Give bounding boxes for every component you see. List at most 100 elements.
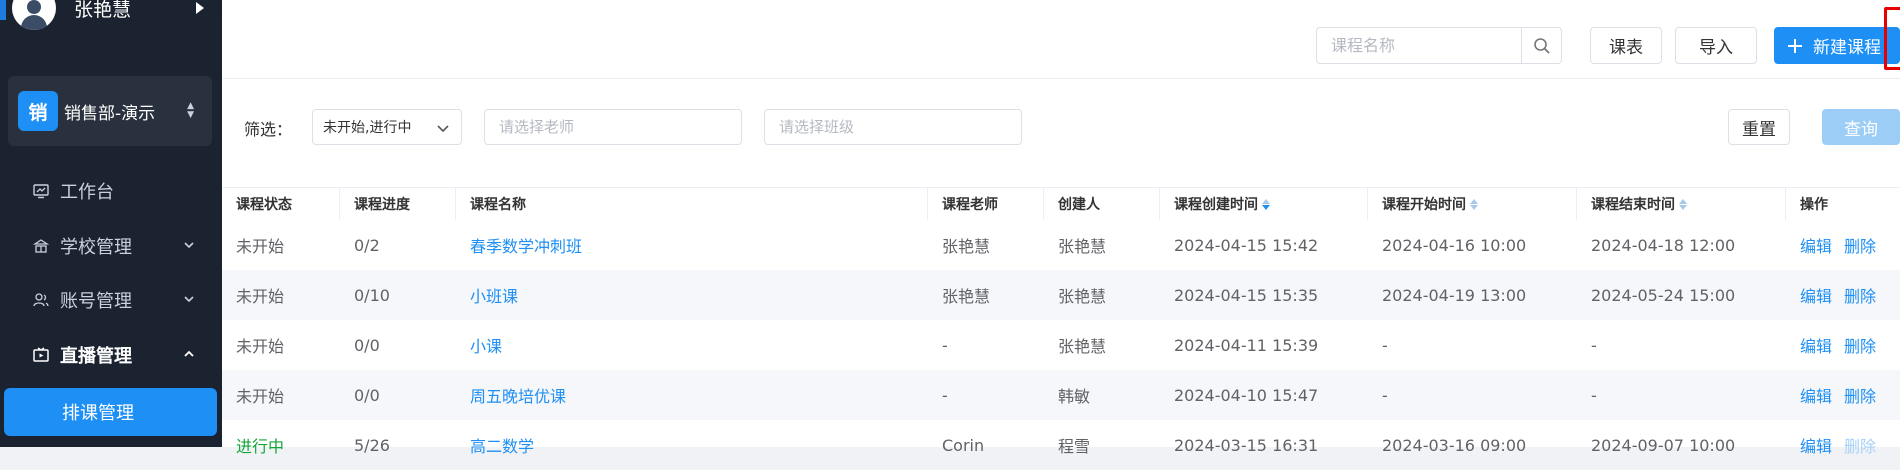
cell-teacher: 张艳慧	[942, 237, 991, 256]
cell-creator: 张艳慧	[1058, 337, 1107, 356]
course-name-link[interactable]: 小班课	[456, 270, 928, 320]
table-header: 课程状态 课程进度 课程名称 课程老师 创建人 课程创建时间 课程开始时间 课程…	[222, 188, 1900, 220]
cell-end-time: 2024-04-18 12:00	[1591, 235, 1736, 255]
cell-start-time: -	[1382, 335, 1388, 355]
org-switcher[interactable]: 销 销售部-演示 ▲ ▼	[8, 76, 212, 146]
col-created-time-label: 课程创建时间	[1174, 197, 1258, 213]
sidebar-item-live[interactable]: 直播管理	[0, 335, 222, 375]
table-row: 未开始 0/0 周五晚培优课 - 韩敏 2024-04-10 15:47 - -…	[222, 370, 1900, 420]
cell-created-time: 2024-04-15 15:35	[1174, 285, 1319, 305]
col-status: 课程状态	[222, 188, 340, 220]
main-content: 课表 导入 新建课程 筛选： 未开始,进行中 重置 查询 课程状态 课程进度 课…	[222, 0, 1900, 456]
cell-progress: 5/26	[354, 435, 390, 455]
sidebar-item-label: 工作台	[60, 182, 114, 203]
cell-created-time: 2024-04-15 15:42	[1174, 235, 1319, 255]
table-row: 进行中 5/26 高二数学 Corin 程雪 2024-03-15 16:31 …	[222, 420, 1900, 470]
sidebar-item-account[interactable]: 账号管理	[0, 280, 222, 320]
search-button[interactable]	[1521, 28, 1561, 63]
edit-link[interactable]: 编辑	[1800, 283, 1832, 307]
cell-progress: 0/0	[354, 335, 380, 355]
cell-end-time: 2024-09-07 10:00	[1591, 435, 1736, 455]
cell-creator: 程雪	[1058, 437, 1091, 456]
schedule-button[interactable]: 课表	[1590, 27, 1662, 64]
cell-progress: 0/0	[354, 385, 380, 405]
edit-link[interactable]: 编辑	[1800, 383, 1832, 407]
chevron-down-icon	[437, 125, 449, 133]
chevron-up-icon	[184, 350, 194, 357]
plus-icon	[1788, 38, 1802, 53]
col-progress: 课程进度	[340, 188, 456, 220]
edit-link[interactable]: 编辑	[1800, 233, 1832, 257]
cell-actions: 编辑 删除	[1786, 270, 1900, 320]
sidebar-item-label: 学校管理	[60, 237, 132, 258]
new-course-button[interactable]: 新建课程	[1774, 27, 1900, 64]
user-profile[interactable]: 张艳慧	[12, 0, 131, 30]
course-name-link[interactable]: 高二数学	[456, 420, 928, 470]
col-start-time[interactable]: 课程开始时间	[1368, 188, 1577, 220]
col-start-time-label: 课程开始时间	[1382, 197, 1466, 213]
query-button[interactable]: 查询	[1822, 109, 1900, 145]
avatar[interactable]	[12, 0, 56, 30]
cell-actions: 编辑 删除	[1786, 420, 1900, 470]
cell-status: 未开始	[236, 387, 285, 406]
course-name-link[interactable]: 小课	[456, 320, 928, 370]
cell-creator: 张艳慧	[1058, 287, 1107, 306]
school-icon	[32, 237, 50, 255]
cell-end-time: -	[1591, 335, 1597, 355]
delete-link[interactable]: 删除	[1844, 283, 1876, 307]
sidebar: 张艳慧 销 销售部-演示 ▲ ▼ 工作台 学校管理 账号管理 直播管理 排课管理	[0, 0, 222, 447]
search-input[interactable]	[1317, 28, 1545, 63]
delete-link[interactable]: 删除	[1844, 333, 1876, 357]
cell-progress: 0/2	[354, 235, 380, 255]
sidebar-item-label: 账号管理	[60, 291, 132, 312]
sidebar-item-dashboard[interactable]: 工作台	[0, 171, 222, 211]
course-name-link[interactable]: 春季数学冲刺班	[456, 220, 928, 270]
live-icon	[32, 346, 50, 364]
col-teacher: 课程老师	[928, 188, 1044, 220]
filter-label: 筛选：	[244, 120, 293, 139]
col-creator: 创建人	[1044, 188, 1160, 220]
class-select[interactable]	[764, 109, 1022, 145]
import-button[interactable]: 导入	[1675, 27, 1757, 64]
cell-status: 未开始	[236, 337, 285, 356]
edge-accent	[0, 0, 6, 20]
sort-arrows-icon: ▲ ▼	[187, 101, 194, 120]
col-end-time-label: 课程结束时间	[1591, 197, 1675, 213]
edit-link[interactable]: 编辑	[1800, 333, 1832, 357]
caret-right-icon[interactable]	[196, 2, 204, 14]
search-box	[1316, 27, 1562, 64]
cell-status: 未开始	[236, 287, 285, 306]
cell-start-time: -	[1382, 385, 1388, 405]
course-name-link[interactable]: 周五晚培优课	[456, 370, 928, 420]
sort-icon[interactable]	[1470, 198, 1478, 210]
chevron-down-icon	[184, 242, 194, 249]
teacher-select[interactable]	[484, 109, 742, 145]
cell-created-time: 2024-04-11 15:39	[1174, 335, 1319, 355]
status-select-value: 未开始,进行中	[323, 120, 412, 136]
cell-teacher: -	[942, 335, 948, 355]
account-icon	[32, 291, 50, 309]
edit-link[interactable]: 编辑	[1800, 433, 1832, 457]
reset-button[interactable]: 重置	[1728, 109, 1790, 145]
org-name: 销售部-演示	[64, 103, 156, 124]
sidebar-item-school[interactable]: 学校管理	[0, 226, 222, 266]
delete-link-disabled: 删除	[1844, 437, 1877, 456]
delete-link[interactable]: 删除	[1844, 383, 1876, 407]
chevron-down-icon	[184, 296, 194, 303]
user-name: 张艳慧	[74, 0, 132, 21]
cell-status: 进行中	[236, 437, 285, 456]
cell-actions: 编辑 删除	[1786, 320, 1900, 370]
col-end-time[interactable]: 课程结束时间	[1577, 188, 1786, 220]
cell-created-time: 2024-04-10 15:47	[1174, 385, 1319, 405]
sidebar-subitem-schedule[interactable]: 排课管理	[4, 388, 217, 436]
table-row: 未开始 0/10 小班课 张艳慧 张艳慧 2024-04-15 15:35 20…	[222, 270, 1900, 320]
top-header	[222, 0, 1900, 12]
status-select[interactable]: 未开始,进行中	[312, 109, 462, 145]
col-created-time[interactable]: 课程创建时间	[1160, 188, 1368, 220]
sort-desc-icon[interactable]	[1262, 198, 1270, 210]
search-icon	[1533, 37, 1550, 54]
cell-start-time: 2024-03-16 09:00	[1382, 435, 1527, 455]
filter-area: 筛选： 未开始,进行中 重置 查询	[222, 78, 1900, 188]
sort-icon[interactable]	[1679, 198, 1687, 210]
delete-link[interactable]: 删除	[1844, 233, 1876, 257]
